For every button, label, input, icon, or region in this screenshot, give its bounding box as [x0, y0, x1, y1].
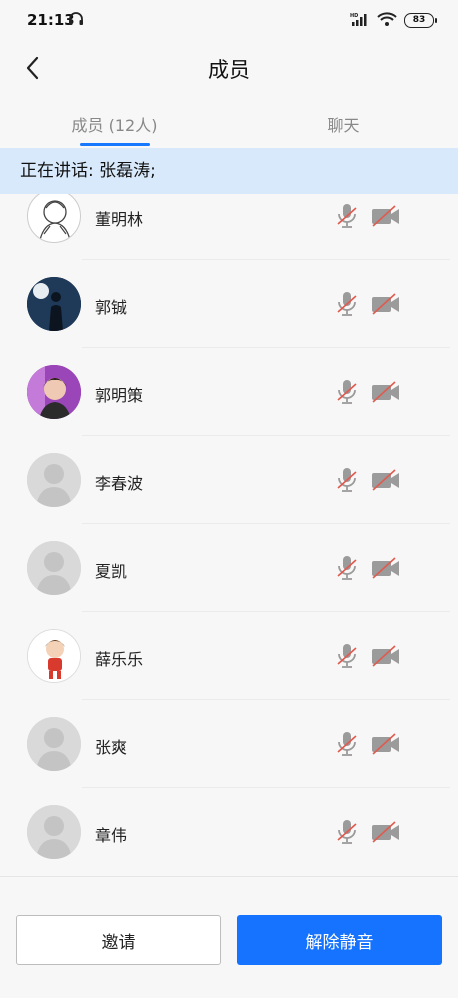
member-row[interactable]: 张爽: [0, 700, 458, 788]
member-name: 郭明策: [95, 386, 144, 405]
headphone-icon: [68, 11, 84, 30]
wifi-icon: [377, 11, 397, 30]
tab-bar: 成员 (12人) 聊天: [0, 94, 458, 148]
camera-off-icon[interactable]: [370, 731, 402, 757]
header: 成员: [0, 42, 458, 94]
member-name: 李春波: [95, 474, 144, 493]
camera-off-icon[interactable]: [370, 643, 402, 669]
avatar: [27, 365, 81, 419]
member-row[interactable]: 薛乐乐: [0, 612, 458, 700]
mic-muted-icon[interactable]: [334, 378, 360, 406]
page-title: 成员: [208, 58, 250, 82]
camera-off-icon[interactable]: [370, 819, 402, 845]
mic-muted-icon[interactable]: [334, 642, 360, 670]
camera-off-icon[interactable]: [370, 203, 402, 229]
status-bar: 21:13 HD 83: [0, 0, 458, 42]
avatar: [27, 194, 81, 243]
member-name: 夏凯: [95, 562, 128, 581]
mic-muted-icon[interactable]: [334, 202, 360, 230]
member-row[interactable]: 郭明策: [0, 348, 458, 436]
member-row[interactable]: 李春波: [0, 436, 458, 524]
member-list[interactable]: 董明林 郭铖 郭明策 李春波 夏凯 薛乐乐 张爽 章伟: [0, 194, 458, 876]
mic-muted-icon[interactable]: [334, 818, 360, 846]
member-row[interactable]: 郭铖: [0, 260, 458, 348]
battery-icon: 83: [404, 13, 437, 28]
status-indicators: HD 83: [350, 11, 437, 30]
member-name: 张爽: [95, 738, 128, 757]
invite-button[interactable]: 邀请: [16, 915, 221, 965]
tab-members[interactable]: 成员 (12人): [0, 112, 229, 136]
camera-off-icon[interactable]: [370, 555, 402, 581]
signal-icon: HD: [350, 11, 370, 30]
avatar: [27, 277, 81, 331]
default-avatar-icon: [27, 717, 81, 771]
member-name: 薛乐乐: [95, 650, 144, 669]
member-name: 董明林: [95, 210, 144, 229]
member-name: 郭铖: [95, 298, 128, 317]
member-row[interactable]: 章伟: [0, 788, 458, 876]
speaking-banner: 正在讲话: 张磊涛;: [0, 148, 458, 194]
default-avatar-icon: [27, 541, 81, 595]
default-avatar-icon: [27, 805, 81, 859]
bottom-action-bar: 邀请 解除静音: [0, 876, 458, 998]
mic-muted-icon[interactable]: [334, 730, 360, 758]
mic-muted-icon[interactable]: [334, 554, 360, 582]
camera-off-icon[interactable]: [370, 379, 402, 405]
avatar: [27, 629, 81, 683]
camera-off-icon[interactable]: [370, 291, 402, 317]
default-avatar-icon: [27, 453, 81, 507]
member-row[interactable]: 夏凯: [0, 524, 458, 612]
mic-muted-icon[interactable]: [334, 466, 360, 494]
camera-off-icon[interactable]: [370, 467, 402, 493]
tab-chat[interactable]: 聊天: [229, 112, 458, 136]
unmute-button[interactable]: 解除静音: [237, 915, 442, 965]
svg-text:HD: HD: [350, 13, 358, 19]
member-row[interactable]: 董明林: [0, 194, 458, 260]
member-name: 章伟: [95, 826, 128, 845]
mic-muted-icon[interactable]: [334, 290, 360, 318]
active-tab-indicator: [80, 143, 150, 146]
